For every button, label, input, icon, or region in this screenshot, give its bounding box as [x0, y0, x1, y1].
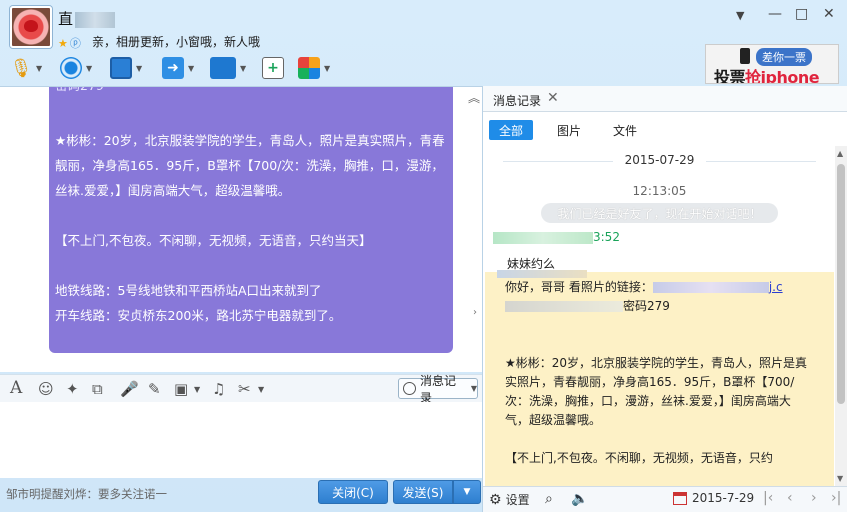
share-screen-button[interactable]: ▼: [210, 56, 246, 80]
sender-name-blur: [493, 231, 593, 244]
message-paragraph: 开车线路：安贞桥东200米，路北苏宁电器就到了。: [55, 308, 342, 323]
chevron-down-icon[interactable]: ▼: [194, 385, 200, 394]
input-toolbar: A ☺ ✦ ⧉ 🎤 ✎ ▣ ▼ ♫ ✂ ▼ 消息记录 ▼: [0, 374, 482, 405]
remote-desktop-button[interactable]: ▼: [110, 56, 142, 80]
next-page-icon[interactable]: ›: [811, 490, 817, 506]
main-toolbar: 🎙 ▼ ▼ ▼ ➜ ▼ ▼ + ▼: [0, 52, 480, 84]
chevron-down-icon[interactable]: ▼: [324, 64, 330, 73]
filter-images[interactable]: 图片: [547, 120, 591, 140]
screen-share-icon: [210, 57, 236, 79]
system-message: 我们已经是好友了，现在开始对话吧！: [541, 203, 778, 223]
redaction-blur: [497, 270, 587, 278]
emoji-icon[interactable]: ☺: [38, 380, 54, 398]
scroll-thumb[interactable]: [837, 164, 845, 404]
contact-nickname: 直: [58, 8, 116, 29]
message-input[interactable]: [0, 402, 482, 478]
minimize-button[interactable]: —: [768, 6, 782, 22]
image-icon[interactable]: ▣: [174, 380, 188, 398]
chevron-down-icon[interactable]: ▼: [188, 64, 194, 73]
phone-icon: [740, 48, 750, 64]
microphone-icon: 🎙: [9, 57, 33, 79]
chevron-down-icon: ▼: [470, 384, 477, 393]
chat-add-icon: +: [262, 57, 284, 79]
voice-call-button[interactable]: 🎙 ▼: [9, 56, 43, 80]
redaction-blur: [505, 301, 623, 312]
filter-all[interactable]: 全部: [489, 120, 534, 140]
close-window-button[interactable]: ✕: [823, 6, 835, 22]
chat-history-pane[interactable]: 密码279 ★彬彬：20岁，北京服装学院的学生，青岛人，照片是真实照片，青春靓丽…: [0, 86, 482, 372]
ad-text: 投票抢iphone: [714, 68, 820, 84]
date-separator: 2015-07-29: [483, 153, 836, 167]
folder-arrow-icon: ➜: [162, 57, 184, 79]
clock-icon: [403, 382, 416, 395]
tab-message-history[interactable]: 消息记录 ✕: [483, 86, 847, 112]
screenshot-icon[interactable]: ⧉: [92, 380, 103, 398]
history-scrollbar[interactable]: ▲ ▼: [835, 146, 847, 486]
star-icon: ★: [58, 37, 68, 50]
message-cut-line: 密码279: [55, 87, 447, 98]
message-paragraph: ★彬彬：20岁，北京服装学院的学生，青岛人，照片是真实照片，青春靓丽，净身高16…: [55, 133, 445, 198]
calendar-icon: [673, 491, 687, 505]
photo-link[interactable]: j.c: [769, 280, 783, 294]
history-footer: ⚙ 设置 ⌕ 🔈 2015-7-29 |‹ ‹ › ›|: [483, 486, 847, 512]
chevron-down-icon[interactable]: ▼: [136, 64, 142, 73]
close-button[interactable]: 关闭(C): [318, 480, 388, 504]
bottom-bar: 邹市明提醒刘烨：要多关注诺一 关闭(C) 发送(S) ▼: [0, 478, 482, 512]
history-panel: 消息记录 ✕ 全部 图片 文件 2015-07-29 12:13:05 我们已经…: [482, 86, 847, 512]
camera-icon: [60, 57, 82, 79]
edit-icon[interactable]: ✎: [148, 380, 161, 398]
timestamp: 12:13:05: [632, 184, 687, 198]
monitor-icon: [110, 57, 132, 79]
scissors-icon[interactable]: ✂: [238, 380, 251, 398]
search-icon[interactable]: ⌕: [545, 491, 553, 507]
send-file-button[interactable]: ➜ ▼: [162, 56, 194, 80]
last-page-icon[interactable]: ›|: [831, 490, 841, 506]
video-call-button[interactable]: ▼: [60, 56, 92, 80]
chevron-down-icon[interactable]: ▼: [86, 64, 92, 73]
prev-page-icon[interactable]: ‹: [787, 490, 793, 506]
avatar[interactable]: [10, 6, 52, 48]
news-hint-link[interactable]: 邹市明提醒刘烨：要多关注诺一: [6, 486, 167, 502]
date-picker[interactable]: 2015-7-29: [673, 491, 754, 505]
scroll-down-icon[interactable]: ▼: [837, 474, 843, 483]
font-icon[interactable]: A: [10, 378, 22, 398]
history-list[interactable]: 2015-07-29 12:13:05 我们已经是好友了，现在开始对话吧！ 3:…: [483, 146, 836, 486]
contact-signature: 亲，相册更新，小窗哦，新人哦: [92, 35, 261, 49]
chevron-down-icon[interactable]: ▼: [36, 64, 42, 73]
nickname-blur: [75, 11, 116, 28]
settings-button[interactable]: ⚙ 设置: [489, 491, 530, 508]
apps-grid-icon: [298, 57, 320, 79]
send-options-chevron-icon[interactable]: ▼: [453, 480, 481, 504]
chevron-down-icon[interactable]: ▼: [240, 64, 246, 73]
filter-files[interactable]: 文件: [603, 120, 647, 140]
close-tab-icon[interactable]: ✕: [547, 90, 559, 106]
first-page-icon[interactable]: |‹: [763, 490, 773, 506]
voice-message-icon[interactable]: 🎤: [120, 380, 139, 398]
history-filters: 全部 图片 文件: [483, 112, 847, 146]
new-discussion-button[interactable]: +: [262, 56, 284, 80]
qzone-icon[interactable]: ⓟ: [70, 37, 81, 50]
status-icons: ★ ⓟ: [58, 35, 81, 51]
magic-icon[interactable]: ✦: [66, 380, 79, 398]
highlighted-message: 你好，哥哥 看照片的链接： j.c 密码279 ★彬彬：20岁，北京服装学院的学生…: [485, 270, 834, 486]
link-blur: [652, 282, 769, 293]
message-paragraph: 【不上门,不包夜。不闲聊，无视频，无语音，只约当天】: [55, 233, 372, 248]
apps-button[interactable]: ▼: [298, 56, 330, 80]
panel-toggle-icon[interactable]: ›: [473, 307, 477, 318]
sender-line: 3:52: [493, 230, 620, 244]
collapse-icon[interactable]: ▼: [736, 9, 744, 22]
gear-icon: ⚙: [489, 491, 502, 508]
music-icon[interactable]: ♫: [212, 380, 225, 398]
message-bubble[interactable]: 密码279 ★彬彬：20岁，北京服装学院的学生，青岛人，照片是真实照片，青春靓丽…: [49, 87, 453, 353]
message-history-button[interactable]: 消息记录 ▼: [398, 374, 478, 405]
collapse-arrow-icon[interactable]: ︽: [468, 89, 480, 106]
chevron-down-icon[interactable]: ▼: [258, 385, 264, 394]
maximize-button[interactable]: □: [795, 6, 808, 22]
speaker-icon[interactable]: 🔈: [571, 491, 588, 507]
send-button[interactable]: 发送(S): [393, 480, 453, 504]
ad-banner[interactable]: 差你一票 投票抢iphone: [705, 44, 839, 84]
scroll-up-icon[interactable]: ▲: [837, 149, 843, 158]
message-paragraph: 地铁线路：5号线地铁和平西桥站A口出来就到了: [55, 283, 322, 298]
